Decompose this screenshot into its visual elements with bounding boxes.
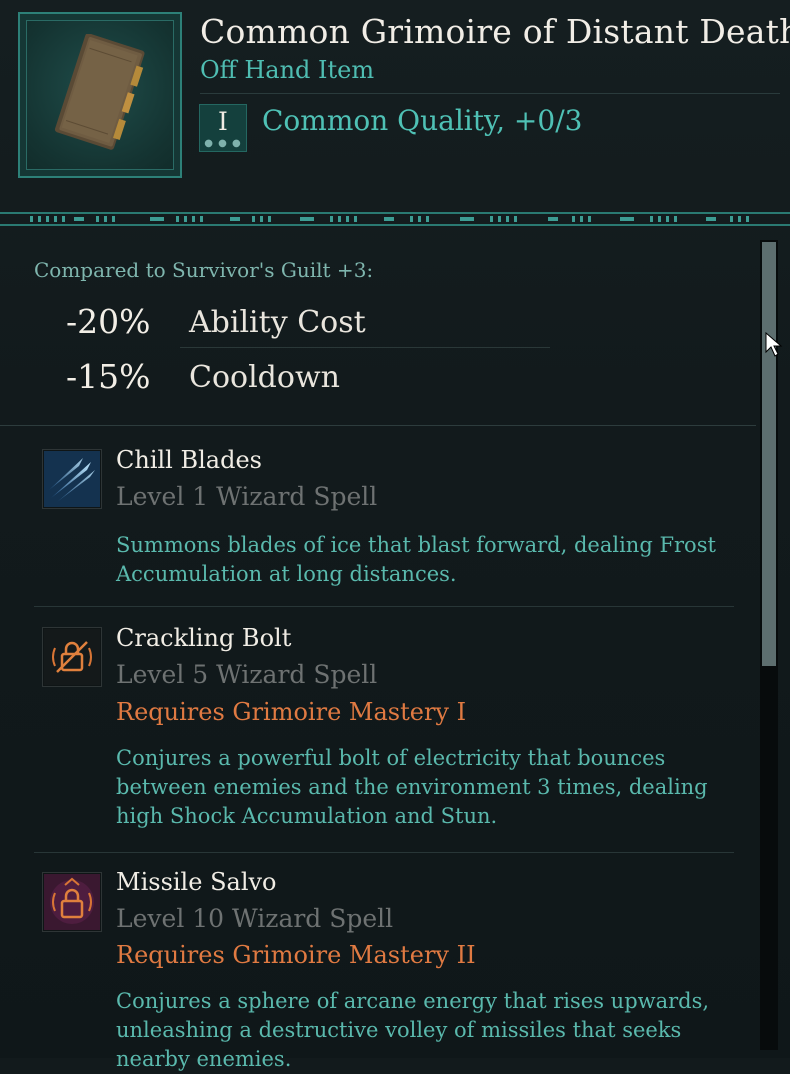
stat-label: Cooldown bbox=[189, 360, 340, 395]
tier-dots: ● ● ● bbox=[204, 138, 242, 149]
item-tooltip-panel: Common Grimoire of Distant Death Off Han… bbox=[0, 0, 790, 1071]
item-header: Common Grimoire of Distant Death Off Han… bbox=[0, 0, 790, 205]
item-type: Off Hand Item bbox=[200, 56, 375, 84]
skill-description: Conjures a powerful bolt of electricity … bbox=[116, 746, 708, 828]
item-quality: Common Quality, +0/3 bbox=[262, 104, 583, 137]
stat-value: -15% bbox=[66, 357, 151, 396]
stat-label: Ability Cost bbox=[189, 305, 366, 340]
skill-requirement: Requires Grimoire Mastery II bbox=[116, 941, 476, 969]
stat-row-ability-cost: -20% Ability Cost bbox=[0, 300, 560, 348]
tier-badge: I ● ● ● bbox=[199, 104, 247, 152]
skill-divider bbox=[34, 852, 734, 853]
item-icon-frame bbox=[18, 12, 182, 178]
header-divider bbox=[200, 93, 780, 94]
skill-divider bbox=[34, 606, 734, 607]
skill-description: Summons blades of ice that blast forward… bbox=[116, 533, 716, 586]
grimoire-book-icon bbox=[54, 34, 145, 150]
stat-row-cooldown: -15% Cooldown bbox=[0, 355, 560, 403]
locked-bolt-icon bbox=[42, 627, 102, 687]
skill-name: Crackling Bolt bbox=[116, 624, 292, 652]
scrollbar-thumb[interactable] bbox=[762, 242, 776, 666]
section-divider bbox=[0, 425, 756, 426]
item-name: Common Grimoire of Distant Death bbox=[200, 12, 790, 51]
skill-name: Missile Salvo bbox=[116, 868, 277, 896]
stat-divider bbox=[180, 347, 550, 348]
comparison-header: Compared to Survivor's Guilt +3: bbox=[34, 258, 374, 282]
locked-missile-icon bbox=[42, 872, 102, 932]
skill-level: Level 10 Wizard Spell bbox=[116, 904, 394, 933]
chill-blades-icon bbox=[42, 449, 102, 509]
ornamental-divider bbox=[0, 212, 790, 226]
skill-requirement: Requires Grimoire Mastery I bbox=[116, 698, 467, 726]
tier-numeral: I bbox=[218, 107, 228, 136]
mouse-cursor-icon bbox=[765, 332, 783, 357]
skill-level: Level 1 Wizard Spell bbox=[116, 482, 378, 511]
stat-value: -20% bbox=[66, 302, 151, 341]
skill-level: Level 5 Wizard Spell bbox=[116, 660, 378, 689]
skill-name: Chill Blades bbox=[116, 446, 262, 474]
skill-description: Conjures a sphere of arcane energy that … bbox=[116, 989, 710, 1071]
